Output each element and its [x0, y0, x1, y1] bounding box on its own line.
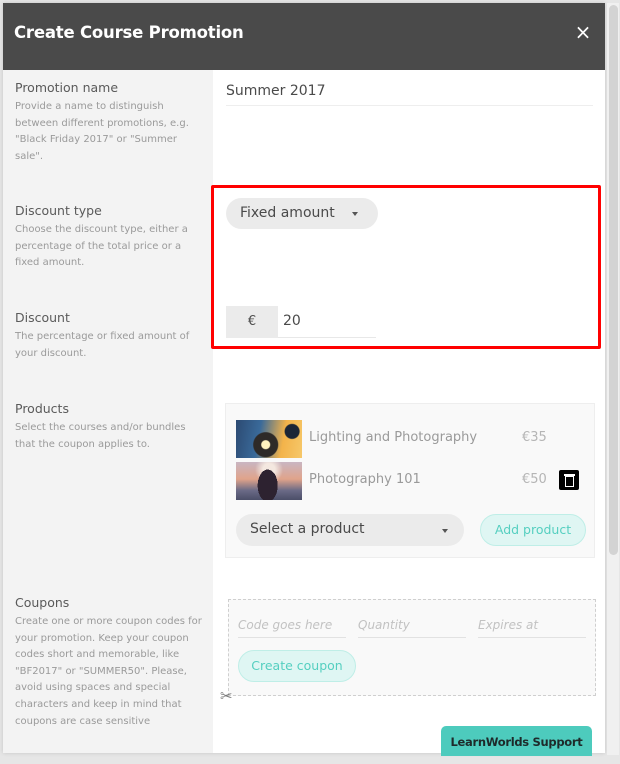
promotion-name-heading: Promotion name	[15, 80, 119, 95]
products-panel: Lighting and Photography €35 Photography…	[225, 403, 595, 558]
select-product-dropdown[interactable]: Select a product	[236, 514, 464, 546]
create-coupon-button[interactable]: Create coupon	[238, 650, 356, 682]
currency-addon: €	[226, 306, 278, 338]
coupons-panel: Code goes here Quantity Expires at Creat…	[228, 599, 596, 696]
scissors-icon: ✂	[220, 687, 233, 705]
discount-type-description: Choose the discount type, either a perce…	[15, 224, 188, 269]
select-product-placeholder: Select a product	[250, 521, 365, 537]
product-thumbnail	[236, 462, 302, 500]
discount-amount-input[interactable]: 20	[278, 306, 376, 338]
product-name: Photography 101	[309, 472, 421, 487]
discount-description: The percentage or fixed amount of your d…	[15, 331, 190, 359]
products-label: Products Select the courses and/or bundl…	[15, 401, 205, 453]
product-row: Photography 101 €50	[236, 462, 586, 500]
promotion-name-label: Promotion name Provide a name to disting…	[15, 80, 205, 165]
close-icon[interactable]: ×	[571, 20, 595, 44]
coupon-expires-input[interactable]: Expires at	[478, 614, 586, 638]
coupons-description: Create one or more coupon codes for your…	[15, 616, 202, 727]
products-description: Select the courses and/or bundles that t…	[15, 422, 186, 450]
discount-heading: Discount	[15, 310, 70, 325]
support-button[interactable]: LearnWorlds Support	[441, 726, 592, 756]
caret-down-icon	[442, 529, 448, 533]
discount-type-heading: Discount type	[15, 203, 102, 218]
product-thumbnail	[236, 420, 302, 458]
modal-title: Create Course Promotion	[14, 23, 244, 42]
trash-icon[interactable]	[559, 470, 579, 490]
add-product-button[interactable]: Add product	[480, 514, 586, 546]
discount-type-value: Fixed amount	[240, 205, 335, 221]
modal-header: Create Course Promotion ×	[3, 3, 605, 70]
caret-down-icon	[352, 212, 358, 216]
coupons-heading: Coupons	[15, 595, 70, 610]
coupon-code-input[interactable]: Code goes here	[238, 614, 346, 638]
promotion-name-input[interactable]: Summer 2017	[226, 80, 593, 106]
discount-label: Discount The percentage or fixed amount …	[15, 310, 205, 362]
coupon-quantity-input[interactable]: Quantity	[358, 614, 466, 638]
scrollbar-thumb[interactable]	[609, 5, 618, 555]
discount-type-label: Discount type Choose the discount type, …	[15, 203, 205, 272]
product-price: €35	[522, 430, 547, 445]
product-price: €50	[522, 472, 547, 487]
product-row: Lighting and Photography €35	[236, 420, 586, 458]
product-name: Lighting and Photography	[309, 430, 478, 445]
discount-type-select[interactable]: Fixed amount	[226, 198, 378, 229]
products-heading: Products	[15, 401, 69, 416]
promotion-name-description: Provide a name to distinguish between di…	[15, 101, 189, 162]
coupons-label: Coupons Create one or more coupon codes …	[15, 595, 205, 730]
